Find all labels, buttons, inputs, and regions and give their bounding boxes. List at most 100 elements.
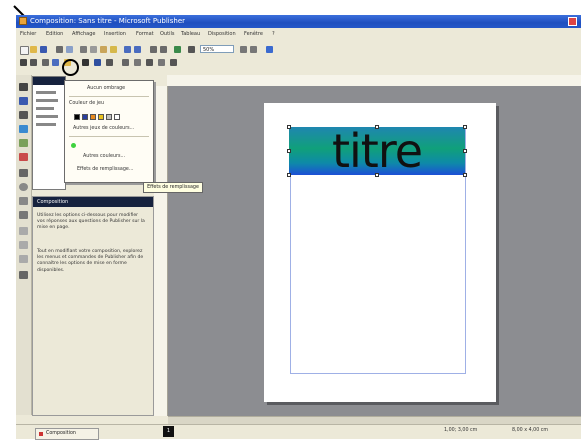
shadow-style-icon[interactable]	[82, 59, 89, 66]
table-icon[interactable]	[19, 111, 28, 119]
zoom-box[interactable]: 50%	[200, 45, 234, 53]
dash-style-icon[interactable]	[42, 59, 49, 66]
hyperlink-icon[interactable]	[174, 46, 181, 53]
color-swatch-yellow[interactable]	[98, 114, 104, 120]
color-swatch-black[interactable]	[74, 114, 80, 120]
new-icon[interactable]	[20, 46, 29, 55]
paragraph-icon[interactable]	[188, 46, 195, 53]
color-swatch-white[interactable]	[114, 114, 120, 120]
list-item[interactable]	[36, 123, 56, 126]
rotate-icon[interactable]	[106, 59, 113, 66]
resize-handle[interactable]	[375, 125, 379, 129]
list-item[interactable]	[36, 99, 58, 102]
color-swatch-blue[interactable]	[82, 114, 88, 120]
menu-disposition[interactable]: Disposition	[208, 31, 236, 37]
no-fill-item[interactable]: Aucun ombrage	[87, 86, 125, 91]
more-schemes-item[interactable]: Autres jeux de couleurs...	[73, 126, 134, 131]
send-back-icon[interactable]	[160, 46, 167, 53]
save-icon[interactable]	[40, 46, 47, 53]
panel-header	[33, 77, 65, 85]
flip-icon[interactable]	[122, 59, 129, 66]
line-style-icon[interactable]	[30, 59, 37, 66]
recent-color-swatch[interactable]	[71, 143, 76, 148]
fill-color-dropdown: Aucun ombrage Couleur de jeu Autres jeux…	[64, 80, 154, 183]
wrap-icon[interactable]	[158, 59, 165, 66]
align-icon[interactable]	[134, 59, 141, 66]
menu-fichier[interactable]: Fichier	[20, 31, 36, 37]
page-tab[interactable]: Composition	[35, 428, 99, 440]
fill-effects-item[interactable]: Effets de remplissage...	[77, 167, 133, 172]
menu-bar: Fichier Edition Affichage Insertion Form…	[16, 30, 581, 39]
menu-insertion[interactable]: Insertion	[104, 31, 126, 37]
wordart-icon[interactable]	[19, 125, 28, 133]
rectangle-icon[interactable]	[19, 197, 28, 205]
title-bar[interactable]: Composition: Sans titre - Microsoft Publ…	[16, 15, 581, 28]
object-icon[interactable]	[19, 271, 28, 279]
print-icon[interactable]	[56, 46, 63, 53]
close-icon[interactable]	[568, 17, 577, 26]
text-wrap-icon[interactable]	[170, 59, 177, 66]
more-colors-item[interactable]: Autres couleurs...	[83, 154, 125, 159]
color-swatch-gray[interactable]	[106, 114, 112, 120]
select-arrow-icon[interactable]	[19, 83, 28, 91]
list-item[interactable]	[36, 91, 56, 94]
paste-icon[interactable]	[100, 46, 107, 53]
design-gallery-icon[interactable]	[19, 255, 28, 263]
help-icon[interactable]	[266, 46, 273, 53]
line-icon[interactable]	[19, 169, 28, 177]
resize-handle[interactable]	[463, 149, 467, 153]
menu-fenetre[interactable]: Fenêtre	[244, 31, 263, 37]
tooltip: Effets de remplissage	[143, 182, 203, 193]
resize-handle[interactable]	[463, 173, 467, 177]
vertical-ruler[interactable]	[154, 86, 168, 416]
position-readout: 1,00; 3,00 cm	[444, 428, 478, 433]
copy-icon[interactable]	[90, 46, 97, 53]
title-wordart-box[interactable]: titre	[289, 127, 465, 175]
document-title-text: titre	[331, 124, 423, 178]
page-tab-icon	[39, 432, 43, 436]
format-painter-icon[interactable]	[110, 46, 117, 53]
zoom-out-icon[interactable]	[240, 46, 247, 53]
frame-icon[interactable]	[19, 227, 28, 235]
resize-handle[interactable]	[463, 125, 467, 129]
undo-icon[interactable]	[124, 46, 131, 53]
bring-front-icon[interactable]	[150, 46, 157, 53]
menu-affichage[interactable]: Affichage	[72, 31, 96, 37]
resize-handle[interactable]	[375, 173, 379, 177]
cut-icon[interactable]	[80, 46, 87, 53]
3d-style-icon[interactable]	[94, 59, 101, 66]
page-number-indicator[interactable]: 1	[163, 426, 174, 437]
scheme-colors-label: Couleur de jeu	[69, 101, 104, 106]
zoom-in-icon[interactable]	[250, 46, 257, 53]
standard-toolbar: 50%	[16, 44, 346, 55]
text-box-icon[interactable]	[19, 97, 28, 105]
color-swatch-orange[interactable]	[90, 114, 96, 120]
menu-format[interactable]: Format	[136, 31, 154, 37]
redo-icon[interactable]	[134, 46, 141, 53]
status-bar	[16, 424, 581, 439]
preview-icon[interactable]	[66, 46, 73, 53]
clipart-icon[interactable]	[19, 153, 28, 161]
menu-help[interactable]: ?	[272, 31, 275, 37]
picture-icon[interactable]	[19, 139, 28, 147]
menu-separator	[69, 136, 149, 137]
publisher-app-icon	[19, 17, 27, 25]
resize-handle[interactable]	[287, 173, 291, 177]
resize-handle[interactable]	[287, 149, 291, 153]
list-item[interactable]	[36, 115, 58, 118]
open-icon[interactable]	[30, 46, 37, 53]
web-tools-icon[interactable]	[19, 241, 28, 249]
objects-toolbar	[16, 75, 32, 415]
autoshapes-icon[interactable]	[19, 211, 28, 219]
line-color-icon[interactable]	[20, 59, 27, 66]
arrow-style-icon[interactable]	[52, 59, 59, 66]
menu-edition[interactable]: Edition	[46, 31, 63, 37]
page-panel	[32, 76, 66, 190]
menu-tableau[interactable]: Tableau	[181, 31, 200, 37]
group-icon[interactable]	[146, 59, 153, 66]
menu-outils[interactable]: Outils	[160, 31, 174, 37]
task-pane-text-1: Utilisez les options ci-dessous pour mod…	[37, 213, 145, 231]
oval-icon[interactable]	[19, 183, 28, 191]
resize-handle[interactable]	[287, 125, 291, 129]
list-item[interactable]	[36, 107, 54, 110]
